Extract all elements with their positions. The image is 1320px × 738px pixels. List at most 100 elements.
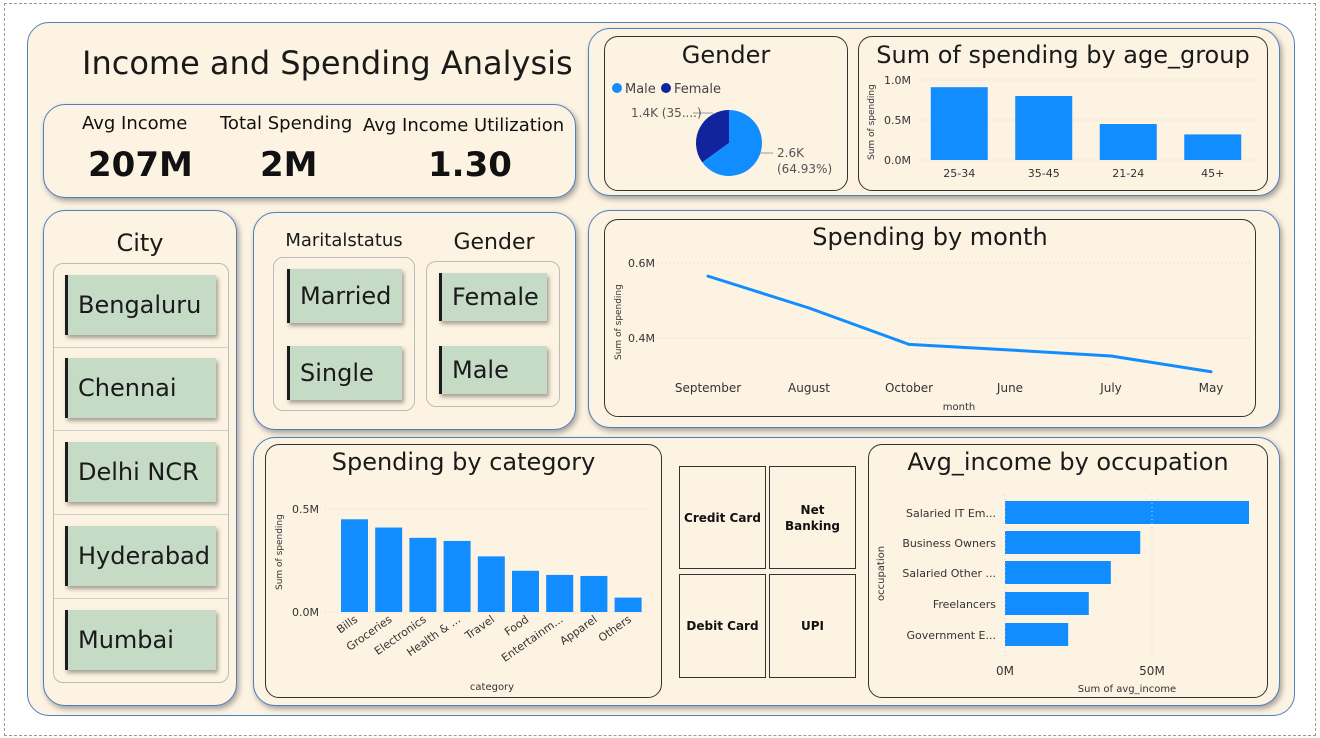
occupation-ytick-label: Government E... (906, 629, 996, 642)
category-bar-entertainm[interactable] (546, 574, 574, 612)
legend-female-label: Female (674, 82, 721, 97)
age-xtick-label: 35-45 (1028, 167, 1060, 180)
category-xtick-label: Apparel (557, 613, 599, 648)
kpi-avg-income-label: Avg Income (82, 113, 188, 134)
occupation-chart-xlabel: Sum of avg_income (1078, 684, 1176, 695)
marital-item-single[interactable]: Single (287, 346, 402, 400)
marital-slicer-title: Maritalstatus (285, 230, 403, 251)
month-point-july[interactable] (1109, 354, 1113, 358)
payment-tile-debit-card[interactable]: Debit Card (679, 574, 766, 678)
occupation-ytick-label: Salaried IT Em... (906, 507, 996, 520)
page-title: Income and Spending Analysis (82, 44, 573, 82)
legend-male-marker (612, 83, 622, 93)
kpi-total-spending-label: Total Spending (220, 113, 353, 134)
category-chart-ylabel: Sum of spending (275, 514, 285, 590)
month-chart-xlabel: month (943, 402, 975, 413)
category-bar-travel[interactable] (477, 556, 505, 612)
month-point-may[interactable] (1209, 370, 1213, 374)
age-ytick-label: 0.0M (884, 154, 911, 167)
kpi-utilization-label: Avg Income Utilization (363, 115, 565, 136)
category-chart-panel: Spending by category Sum of spending cat… (265, 444, 662, 698)
payment-tile-net-banking[interactable]: Net Banking (769, 466, 856, 569)
month-xtick-label: May (1199, 381, 1224, 395)
age-group-ylabel: Sum of spending (867, 84, 877, 160)
city-item-bengaluru[interactable]: Bengaluru (65, 275, 216, 335)
age-ytick-label: 0.5M (884, 114, 911, 127)
month-series-line[interactable] (707, 274, 1212, 374)
city-slicer-title: City (116, 229, 164, 257)
month-chart-panel: Spending by month Sum of spending month … (604, 219, 1256, 417)
city-divider (54, 598, 228, 599)
category-bar-others[interactable] (614, 597, 642, 612)
age-bar-35-45[interactable] (1015, 96, 1073, 160)
occupation-xtick-label: 0M (996, 664, 1014, 678)
city-item-chennai[interactable]: Chennai (65, 358, 216, 418)
month-xtick-label: August (788, 381, 830, 395)
kpi-total-spending-value: 2M (260, 145, 318, 185)
gender-item-female[interactable]: Female (439, 273, 547, 321)
age-group-chart: Sum of spending 0.0M 0.5M 1.0M 25-34 35-45 21… (867, 74, 1255, 180)
occupation-bar-salaried-other[interactable] (1005, 561, 1111, 584)
male-pct-label: (64.93%) (777, 162, 832, 176)
occupation-bar-business-owners[interactable] (1005, 531, 1141, 554)
category-chart-xlabel: category (470, 682, 514, 693)
payment-tile-upi[interactable]: UPI (769, 574, 856, 678)
legend-female-marker (661, 83, 671, 93)
payment-tile-credit-card[interactable]: Credit Card (679, 466, 766, 569)
city-divider (54, 347, 228, 348)
marital-item-married[interactable]: Married (287, 269, 402, 323)
kpi-avg-income-value: 207M (88, 145, 193, 185)
occupation-chart-ylabel: occupation (876, 546, 887, 601)
age-group-panel: Sum of spending by age_group Sum of spen… (858, 36, 1268, 191)
age-bar-45[interactable] (1184, 134, 1242, 160)
occupation-ytick-label: Freelancers (933, 598, 996, 611)
female-data-label: 1.4K (35....) (631, 106, 702, 120)
city-item-hyderabad[interactable]: Hyderabad (65, 526, 216, 586)
category-bar-apparel[interactable] (580, 575, 608, 612)
kpi-card: Avg Income 207M Total Spending 2M Avg In… (43, 104, 576, 198)
city-slicer-card: City Bengaluru Chennai Delhi NCR Hyderab… (43, 210, 237, 706)
month-xtick-label: September (675, 381, 741, 395)
month-chart-ylabel: Sum of spending (614, 284, 624, 360)
category-bar-health[interactable] (443, 540, 471, 612)
occupation-ytick-label: Business Owners (902, 537, 996, 550)
category-bar-groceries[interactable] (375, 527, 403, 612)
occupation-xtick-label: 50M (1139, 664, 1165, 678)
age-bar-25-34[interactable] (930, 87, 988, 160)
city-item-delhi-ncr[interactable]: Delhi NCR (65, 442, 216, 502)
category-bar-bills[interactable] (341, 519, 368, 612)
gender-pie-panel: Gender Male Female 1.4K (35....) 2.6K (6… (604, 36, 848, 191)
occupation-bar-chart: occupation Sum of avg_income Salaried IT… (876, 495, 1249, 695)
city-divider (54, 430, 228, 431)
occupation-bar-freelancers[interactable] (1005, 592, 1089, 615)
month-line-chart: Sum of spending month 0.4M 0.6M September A… (614, 257, 1253, 413)
age-bar-21-24[interactable] (1099, 124, 1157, 160)
age-ytick-label: 1.0M (884, 74, 911, 87)
male-data-label: 2.6K (777, 146, 805, 160)
category-xtick-label: Others (596, 613, 634, 645)
age-xtick-label: 21-24 (1112, 167, 1144, 180)
month-point-august[interactable] (807, 306, 811, 310)
age-xtick-label: 45+ (1201, 167, 1224, 180)
month-xtick-label: October (885, 381, 933, 395)
month-point-october[interactable] (907, 342, 911, 346)
kpi-utilization-value: 1.30 (428, 145, 512, 185)
category-bar-chart: Sum of spending category 0.0M0.5MBillsGr… (275, 503, 648, 693)
category-xtick-label: Travel (462, 613, 497, 643)
month-point-june[interactable] (1008, 348, 1012, 352)
category-bar-electronics[interactable] (409, 537, 437, 612)
occupation-bar-government-e[interactable] (1005, 623, 1069, 646)
month-xtick-label: July (1099, 381, 1122, 395)
gender-item-male[interactable]: Male (439, 346, 547, 394)
month-xtick-label: June (996, 381, 1023, 395)
gender-pie-chart: Male Female 1.4K (35....) 2.6K (64.93%) (612, 82, 832, 176)
city-item-mumbai[interactable]: Mumbai (65, 610, 216, 670)
legend-male-label: Male (625, 82, 656, 97)
occupation-bar-salaried-it-em[interactable] (1005, 501, 1249, 524)
category-ytick-label: 0.0M (292, 606, 319, 619)
month-ytick-label: 0.4M (628, 332, 655, 345)
month-point-september[interactable] (706, 274, 710, 278)
category-bar-food[interactable] (512, 570, 539, 612)
category-xtick-label: Bills (334, 613, 360, 637)
category-ytick-label: 0.5M (292, 503, 319, 516)
